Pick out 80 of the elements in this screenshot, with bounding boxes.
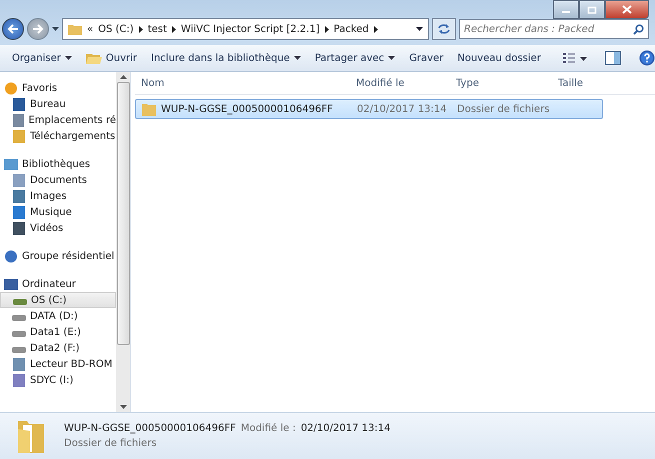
toolbar-button[interactable]: Graver — [405, 50, 448, 66]
address-bar[interactable]: « OS (C:) test WiiVC Injector Script [2.2.1] Packed — [62, 18, 429, 40]
close-button[interactable] — [605, 0, 649, 19]
column-header[interactable]: Modifié le — [356, 78, 456, 88]
breadcrumb[interactable]: test — [148, 24, 167, 34]
folder-icon — [86, 51, 102, 65]
sidebar-group[interactable]: Bibliothèques — [0, 156, 116, 172]
sidebar-item[interactable]: OS (C:) — [0, 292, 116, 308]
sidebar-item[interactable]: Documents — [0, 172, 116, 188]
sidebar-group[interactable]: Ordinateur — [0, 276, 116, 292]
toolbar-button[interactable]: Nouveau dossier — [453, 50, 545, 66]
breadcrumb[interactable]: OS (C:) — [98, 24, 134, 34]
file-row[interactable]: WUP-N-GGSE_00050000106496FF 02/10/2017 13:14 Dossier de fichiers — [135, 99, 603, 119]
sidebar-item-icon — [12, 98, 26, 110]
sidebar-item[interactable]: Vidéos — [0, 220, 116, 236]
back-button[interactable] — [2, 18, 24, 40]
toolbar-button[interactable]: Organiser — [8, 50, 76, 66]
toolbar-button[interactable]: Inclure dans la bibliothèque — [147, 50, 305, 66]
details-type: Dossier de fichiers — [64, 438, 158, 449]
details-name: WUP-N-GGSE_00050000106496FF — [64, 423, 236, 434]
details-modified-label: Modifié le : — [240, 423, 296, 434]
breadcrumb[interactable]: WiiVC Injector Script [2.2.1] — [180, 24, 320, 34]
sidebar-item[interactable]: Data2 (F:) — [0, 340, 116, 356]
breadcrumb-arrow-icon[interactable] — [172, 26, 176, 32]
sidebar-item-icon — [12, 190, 26, 202]
scroll-down-icon[interactable] — [120, 405, 126, 409]
details-modified: 02/10/2017 13:14 — [300, 423, 390, 434]
sidebar-item[interactable]: SDYC (I:) — [0, 372, 116, 388]
minimize-button[interactable] — [553, 0, 579, 19]
refresh-icon — [437, 23, 451, 35]
sidebar-item-icon — [4, 158, 18, 170]
address-overflow[interactable]: « — [87, 24, 94, 34]
file-type: Dossier de fichiers — [457, 104, 551, 114]
sidebar-item-icon — [12, 206, 26, 218]
sidebar-item[interactable]: Bureau — [0, 96, 116, 112]
refresh-button[interactable] — [432, 18, 456, 40]
column-header[interactable]: Taille — [558, 78, 618, 88]
file-modified: 02/10/2017 13:14 — [357, 104, 448, 114]
sidebar-item[interactable]: Emplacements ré — [0, 112, 116, 128]
folder-icon — [18, 419, 44, 453]
left-arrow-icon — [7, 24, 19, 34]
sidebar-item-icon — [12, 114, 24, 126]
sidebar-item-icon — [4, 278, 18, 290]
dropdown-icon[interactable] — [416, 27, 423, 31]
right-arrow-icon — [32, 24, 44, 34]
breadcrumb-arrow-icon[interactable] — [138, 26, 143, 32]
column-header[interactable]: Nom — [135, 78, 356, 88]
sidebar-item-icon — [12, 374, 26, 386]
sidebar-item[interactable]: DATA (D:) — [0, 308, 116, 324]
sidebar-item[interactable]: Data1 (E:) — [0, 324, 116, 340]
folder-icon — [142, 102, 156, 116]
sidebar-item-icon — [12, 130, 26, 142]
maximize-icon — [587, 6, 597, 14]
maximize-button[interactable] — [579, 0, 605, 19]
sidebar-group[interactable]: Favoris — [0, 80, 116, 96]
forward-button[interactable] — [27, 18, 49, 40]
folder-icon — [68, 23, 82, 35]
sidebar-item-icon — [4, 250, 18, 262]
search-icon[interactable] — [633, 24, 644, 35]
scrollbar[interactable] — [116, 72, 130, 412]
history-dropdown-icon[interactable] — [52, 27, 59, 31]
close-icon — [622, 5, 632, 14]
toolbar-button[interactable]: Partager avec — [310, 50, 400, 66]
toolbar-button[interactable]: Ouvrir — [82, 49, 142, 67]
sidebar-item-icon — [12, 358, 26, 370]
search-field[interactable]: Rechercher dans : Packed — [459, 19, 649, 39]
scroll-up-icon[interactable] — [120, 75, 126, 79]
sidebar-item-icon — [12, 174, 26, 186]
sidebar-item-icon — [4, 82, 18, 94]
breadcrumb-arrow-icon[interactable] — [324, 26, 329, 32]
breadcrumb[interactable]: Packed — [334, 24, 369, 34]
sidebar-item[interactable]: Musique — [0, 204, 116, 220]
sidebar-item[interactable]: Téléchargements — [0, 128, 116, 144]
breadcrumb-arrow-icon[interactable] — [374, 26, 378, 32]
sidebar-group[interactable]: Groupe résidentiel — [0, 248, 116, 264]
file-name: WUP-N-GGSE_00050000106496FF — [161, 104, 333, 114]
sidebar-item-icon — [12, 222, 26, 234]
sidebar-item[interactable]: Lecteur BD-ROM — [0, 356, 116, 372]
column-header[interactable]: Type — [456, 78, 558, 88]
sidebar-item[interactable]: Images — [0, 188, 116, 204]
